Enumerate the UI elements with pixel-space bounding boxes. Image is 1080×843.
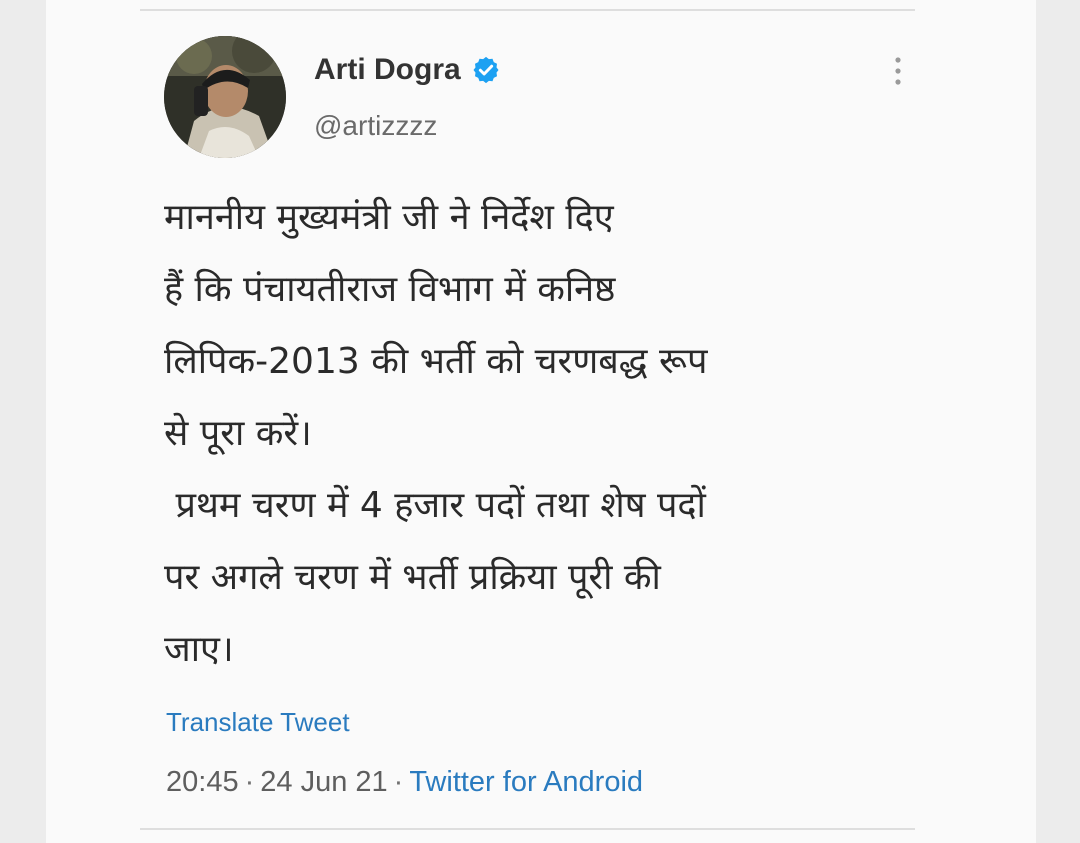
tweet-source-link[interactable]: Twitter for Android	[409, 766, 643, 798]
tweet-line: माननीय मुख्यमंत्री जी ने निर्देश दिए	[164, 197, 614, 238]
verified-badge-icon	[473, 56, 499, 84]
tweet-line: से पूरा करें।	[164, 413, 312, 454]
tweet-date[interactable]: 24 Jun 21	[260, 766, 387, 798]
tweet-time[interactable]: 20:45	[166, 766, 239, 798]
user-handle[interactable]: @artizzzz	[314, 110, 437, 142]
display-name-text[interactable]: Arti Dogra	[314, 52, 461, 88]
meta-separator: ·	[244, 766, 255, 798]
tweet-line: प्रथम चरण में 4 हजार पदों तथा शेष पदों	[164, 485, 706, 526]
top-divider	[140, 9, 915, 11]
tweet-meta: 20:45 · 24 Jun 21 · Twitter for Android	[166, 764, 643, 800]
bottom-divider	[140, 828, 915, 830]
tweet-line: जाए।	[164, 629, 234, 670]
meta-separator: ·	[393, 766, 404, 798]
avatar[interactable]	[164, 36, 286, 158]
tweet-line: लिपिक-2013 की भर्ती को चरणबद्ध रूप	[164, 341, 708, 382]
tweet-line: पर अगले चरण में भर्ती प्रक्रिया पूरी की	[164, 557, 661, 598]
tweet-line: हैं कि पंचायतीराज विभाग में कनिष्ठ	[164, 269, 616, 310]
tweet-text: माननीय मुख्यमंत्री जी ने निर्देश दिए हैं…	[164, 182, 924, 686]
display-name[interactable]: Arti Dogra	[314, 52, 501, 88]
more-vertical-icon[interactable]	[888, 54, 908, 90]
avatar-image	[164, 36, 286, 158]
translate-tweet-link[interactable]: Translate Tweet	[166, 706, 350, 738]
